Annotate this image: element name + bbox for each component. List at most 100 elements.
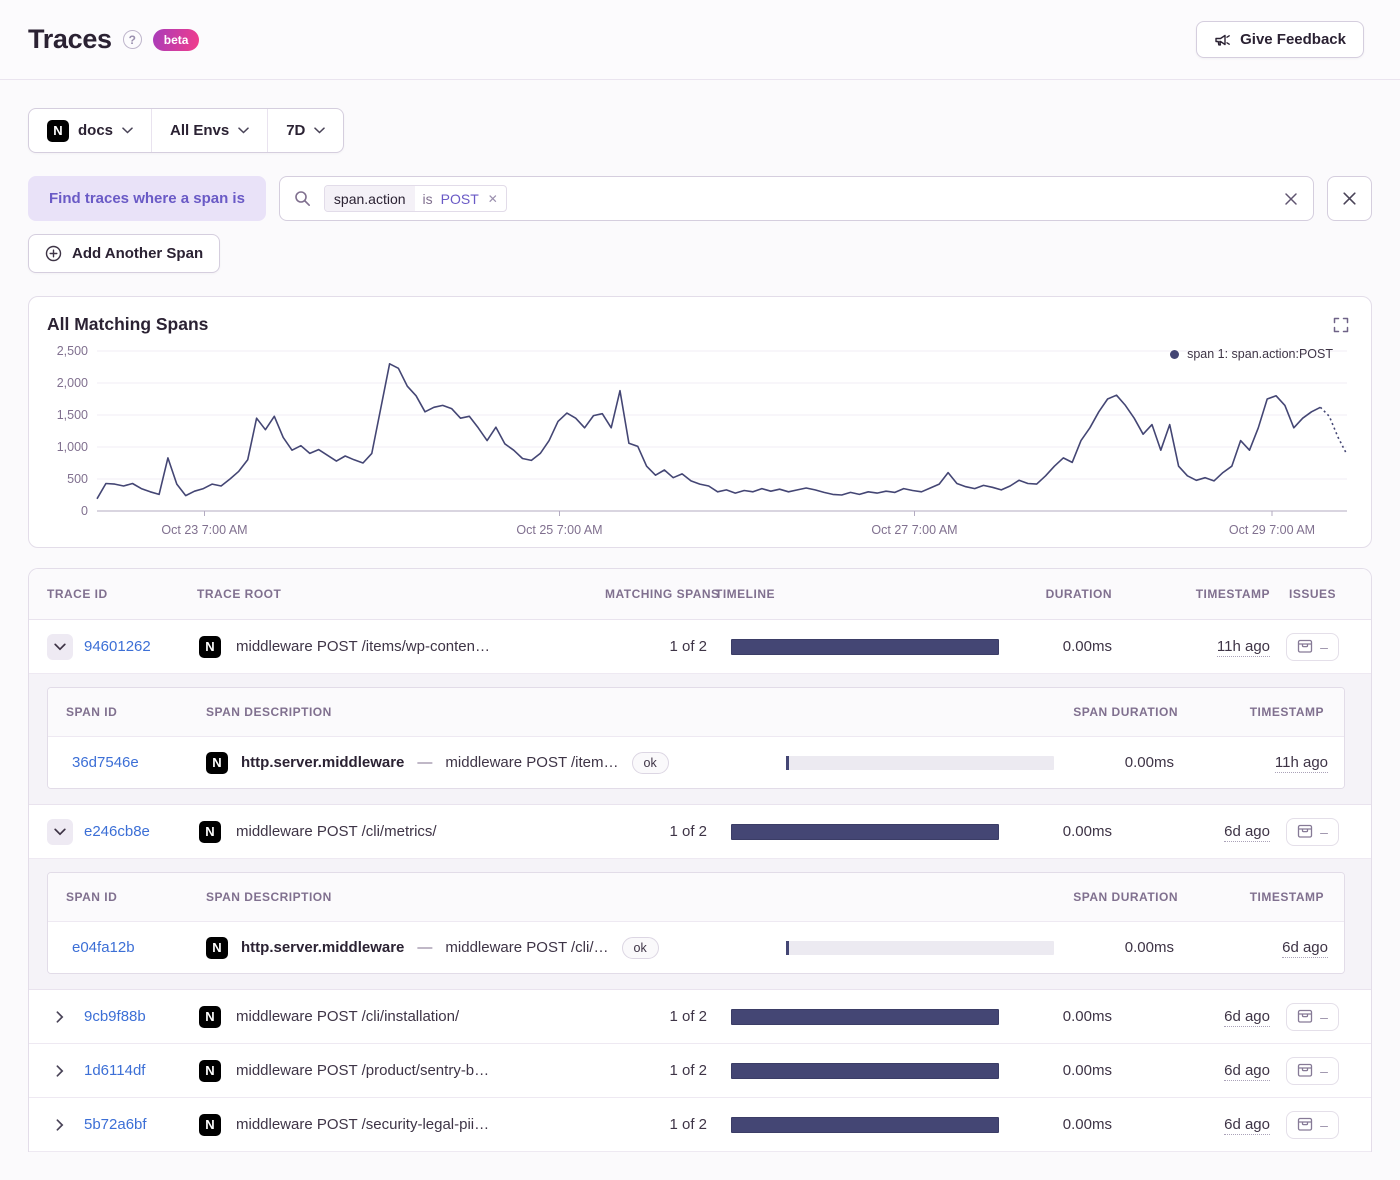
column-header: MATCHING SPANS <box>605 587 720 601</box>
trace-table-body: 94601262 N middleware POST /items/wp-con… <box>29 620 1371 1152</box>
find-traces-label: Find traces where a span is <box>28 176 266 221</box>
span-timestamp: 6d ago <box>1282 939 1328 958</box>
trace-duration: 0.00ms <box>1062 638 1112 655</box>
token-operator[interactable]: is <box>415 191 441 207</box>
issues-box-icon <box>1297 824 1313 838</box>
separator: — <box>417 939 433 956</box>
svg-text:Oct 25 7:00 AM: Oct 25 7:00 AM <box>516 523 602 537</box>
trace-timeline-bar <box>731 1008 999 1025</box>
trace-issues-button[interactable]: – <box>1286 817 1339 846</box>
nextjs-platform-icon: N <box>199 1059 221 1082</box>
chart-legend-item[interactable]: span 1: span.action:POST <box>1170 347 1333 361</box>
trace-duration: 0.00ms <box>1062 823 1112 840</box>
chart-title: All Matching Spans <box>47 314 209 334</box>
remove-token-icon[interactable]: ✕ <box>485 192 506 206</box>
span-duration: 0.00ms <box>1124 939 1174 956</box>
chevron-right-icon <box>56 1010 64 1023</box>
trace-root-label: middleware POST /cli/installation/ <box>236 1008 460 1025</box>
issues-count-dash: – <box>1320 1008 1328 1025</box>
trace-id-link[interactable]: 5b72a6bf <box>84 1116 147 1133</box>
span-id-link[interactable]: 36d7546e <box>72 754 139 771</box>
fullscreen-icon <box>1333 317 1349 333</box>
trace-row: 1d6114df N middleware POST /product/sent… <box>29 1044 1371 1098</box>
trace-root-label: middleware POST /cli/metrics/ <box>236 823 437 840</box>
nextjs-platform-icon: N <box>199 820 221 843</box>
matching-spans-count: 1 of 2 <box>669 1116 707 1133</box>
give-feedback-button[interactable]: Give Feedback <box>1196 21 1364 58</box>
expand-chart-button[interactable] <box>1329 313 1353 337</box>
span-column-header: SPAN DESCRIPTION <box>206 890 332 904</box>
svg-text:Oct 29 7:00 AM: Oct 29 7:00 AM <box>1229 523 1315 537</box>
nextjs-platform-icon: N <box>199 1005 221 1028</box>
remove-span-filter-button[interactable] <box>1327 176 1372 221</box>
span-column-header: SPAN DESCRIPTION <box>206 705 332 719</box>
trace-issues-button[interactable]: – <box>1286 1110 1339 1139</box>
environment-filter-dropdown[interactable]: All Envs <box>151 109 267 152</box>
matching-spans-count: 1 of 2 <box>669 823 707 840</box>
trace-timeline-bar <box>731 1116 999 1133</box>
beta-badge: beta <box>152 28 200 51</box>
collapse-trace-button[interactable] <box>47 633 73 660</box>
expand-trace-button[interactable] <box>47 1112 73 1138</box>
clear-search-icon[interactable] <box>1283 191 1299 207</box>
span-timestamp: 11h ago <box>1274 754 1328 773</box>
trace-root-label: middleware POST /items/wp-conten… <box>236 638 490 655</box>
trace-timeline-bar <box>731 638 999 655</box>
trace-issues-button[interactable]: – <box>1286 632 1339 661</box>
help-icon[interactable]: ? <box>122 30 142 49</box>
trace-id-link[interactable]: e246cb8e <box>84 823 150 840</box>
span-status-badge: ok <box>621 936 659 959</box>
trace-id-link[interactable]: 9cb9f88b <box>84 1008 146 1025</box>
trace-id-link[interactable]: 94601262 <box>84 638 151 655</box>
column-header: DURATION <box>1045 587 1112 601</box>
expand-trace-button[interactable] <box>47 1058 73 1084</box>
span-duration: 0.00ms <box>1124 754 1174 771</box>
add-another-span-label: Add Another Span <box>72 245 204 262</box>
trace-timeline-bar <box>731 823 999 840</box>
svg-text:Oct 23 7:00 AM: Oct 23 7:00 AM <box>161 523 247 537</box>
nextjs-platform-icon: N <box>199 635 221 658</box>
trace-timeline-bar <box>731 1062 999 1079</box>
separator: — <box>417 754 433 771</box>
chevron-down-icon <box>54 643 66 650</box>
span-search-input[interactable]: span.action is POST ✕ <box>278 176 1314 221</box>
column-header: TRACE ID <box>47 587 108 601</box>
trace-issues-button[interactable]: – <box>1286 1056 1339 1085</box>
trace-issues-button[interactable]: – <box>1286 1002 1339 1031</box>
trace-timestamp: 11h ago <box>1216 638 1270 657</box>
expanded-span-panel: SPAN ID SPAN DESCRIPTION SPAN DURATION TIME… <box>29 674 1371 805</box>
span-column-header: SPAN DURATION <box>1073 890 1178 904</box>
token-key[interactable]: span.action <box>324 186 415 211</box>
trace-timestamp: 6d ago <box>1224 1008 1270 1027</box>
search-icon <box>294 190 311 207</box>
issues-box-icon <box>1297 1009 1313 1023</box>
svg-text:1,000: 1,000 <box>57 440 88 454</box>
trace-timestamp: 6d ago <box>1224 1116 1270 1135</box>
collapse-trace-button[interactable] <box>47 818 73 845</box>
column-header: ISSUES <box>1288 587 1336 601</box>
megaphone-icon <box>1214 32 1231 48</box>
trace-id-link[interactable]: 1d6114df <box>84 1062 145 1079</box>
add-another-span-button[interactable]: Add Another Span <box>28 234 221 273</box>
column-header: TIMESTAMP <box>1195 587 1270 601</box>
legend-dot <box>1170 349 1180 359</box>
project-filter-dropdown[interactable]: N docs <box>29 109 151 152</box>
date-range-dropdown[interactable]: 7D <box>267 109 343 152</box>
span-column-header: SPAN ID <box>66 705 118 719</box>
column-header: TIMELINE <box>715 587 775 601</box>
span-id-link[interactable]: e04fa12b <box>72 939 135 956</box>
chevron-right-icon <box>56 1064 64 1077</box>
token-value[interactable]: POST <box>441 191 485 207</box>
expand-trace-button[interactable] <box>47 1004 73 1030</box>
chevron-down-icon <box>122 127 133 134</box>
trace-row: 9cb9f88b N middleware POST /cli/installa… <box>29 990 1371 1044</box>
traces-page: N docs All Envs 7D Find traces where a s… <box>0 80 1400 1180</box>
trace-root-label: middleware POST /security-legal-pii… <box>236 1116 490 1133</box>
issues-box-icon <box>1297 1063 1313 1077</box>
project-filter-label: docs <box>78 122 114 139</box>
nextjs-platform-icon: N <box>47 119 69 142</box>
span-table-body: 36d7546e N http.server.middleware — midd… <box>48 737 1344 788</box>
span-column-header: TIMESTAMP <box>1249 705 1324 719</box>
page-title: Traces <box>28 24 112 54</box>
trace-row: 5b72a6bf N middleware POST /security-leg… <box>29 1098 1371 1152</box>
